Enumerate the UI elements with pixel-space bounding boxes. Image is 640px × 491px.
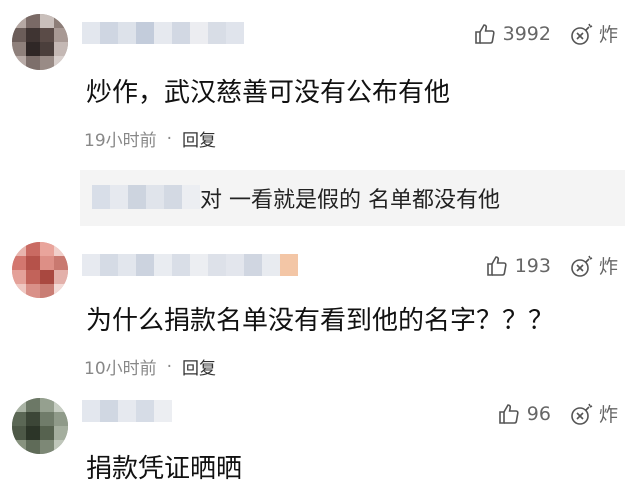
- bomb-label: 炸: [598, 256, 618, 278]
- like-count: 3992: [502, 22, 551, 45]
- comment-text: 捐款凭证晒晒: [86, 454, 243, 484]
- comment-actions: 193 炸: [485, 252, 618, 279]
- bomb-button[interactable]: 炸: [569, 20, 618, 47]
- bomb-label: 炸: [598, 24, 618, 46]
- timestamp: 19小时前: [84, 131, 157, 151]
- bomb-icon: [571, 23, 593, 45]
- comment-meta: 19小时前 · 回复: [84, 126, 216, 152]
- username-blurred[interactable]: [82, 400, 172, 426]
- comment-actions: 3992 炸: [473, 20, 618, 47]
- like-button[interactable]: 3992: [473, 22, 551, 46]
- timestamp: 10小时前: [84, 359, 157, 379]
- sub-reply-username-blurred[interactable]: [92, 185, 200, 209]
- thumbs-up-icon: [486, 255, 507, 276]
- like-count: 96: [526, 402, 551, 425]
- avatar[interactable]: [12, 398, 68, 454]
- bomb-button[interactable]: 炸: [569, 400, 618, 427]
- bomb-icon: [571, 403, 593, 425]
- like-button[interactable]: 193: [485, 254, 551, 278]
- reply-button[interactable]: 回复: [182, 126, 216, 151]
- thumbs-up-icon: [498, 403, 519, 424]
- bomb-label: 炸: [598, 404, 618, 426]
- avatar[interactable]: [12, 242, 68, 298]
- comment-text: 为什么捐款名单没有看到他的名字？？？: [86, 306, 555, 336]
- avatar[interactable]: [12, 14, 68, 70]
- thumbs-up-icon: [474, 23, 495, 44]
- like-button[interactable]: 96: [497, 402, 551, 426]
- bomb-button[interactable]: 炸: [569, 252, 618, 279]
- separator-dot: ·: [166, 128, 173, 149]
- comment-actions: 96 炸: [497, 400, 618, 427]
- bomb-icon: [571, 255, 593, 277]
- reply-button[interactable]: 回复: [182, 354, 216, 379]
- sub-reply-text: 对 一看就是假的 名单都没有他: [200, 188, 500, 213]
- comment-text: 炒作，武汉慈善可没有公布有他: [86, 78, 451, 108]
- sub-reply[interactable]: 对 一看就是假的 名单都没有他: [80, 170, 625, 226]
- like-count: 193: [514, 254, 551, 277]
- username-blurred[interactable]: [82, 254, 298, 280]
- comment-meta: 10小时前 · 回复: [84, 354, 216, 380]
- separator-dot: ·: [166, 356, 173, 377]
- username-blurred[interactable]: [82, 22, 244, 48]
